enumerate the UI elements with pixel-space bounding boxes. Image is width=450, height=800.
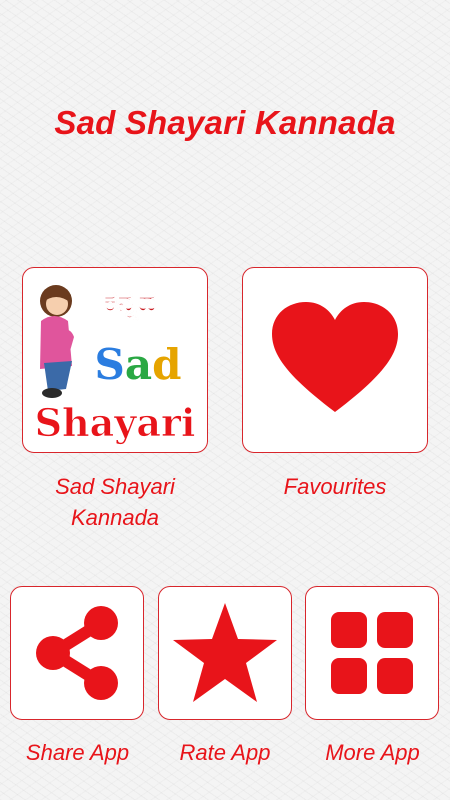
favourites-button[interactable]	[242, 267, 428, 453]
rate-app-label: Rate App	[179, 740, 271, 765]
logo-sad-text: Sad	[95, 340, 182, 389]
share-app-button[interactable]	[10, 586, 144, 720]
more-app-label: More App	[325, 740, 420, 765]
sad-shayari-kannada-button[interactable]: ಕನ್ನಡ Sad Shayari	[22, 267, 208, 453]
share-icon	[36, 606, 118, 700]
grid-icon	[331, 612, 413, 694]
star-icon	[173, 603, 277, 702]
sad-shayari-kannada-label: Sad Shayari Kannada	[55, 474, 175, 530]
more-app-button[interactable]	[305, 586, 439, 720]
heart-icon	[272, 302, 398, 412]
share-app-label: Share App	[25, 740, 130, 765]
sad-shayari-logo-icon: ಕನ್ನಡ Sad Shayari	[34, 284, 196, 446]
rate-app-button[interactable]	[158, 586, 292, 720]
app-title: Sad Shayari Kannada	[54, 104, 396, 141]
favourites-label: Favourites	[283, 474, 387, 499]
logo-shayari-text: Shayari	[35, 400, 196, 445]
logo-kannada-text: ಕನ್ನಡ	[103, 284, 156, 321]
